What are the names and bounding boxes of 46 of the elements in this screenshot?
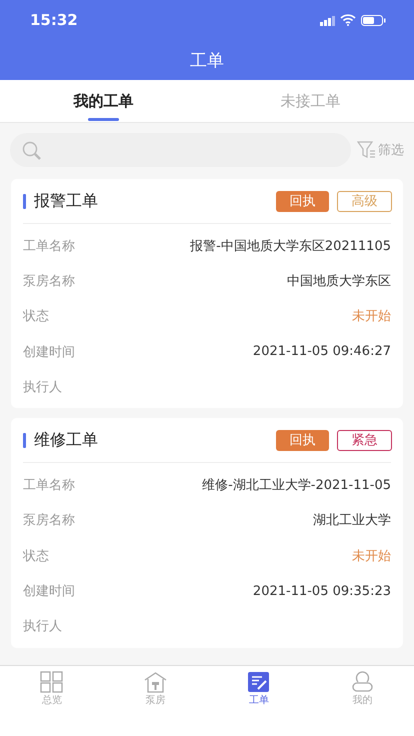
nav-tab[interactable]: 泵房 [104, 666, 207, 707]
field-value: 报警-中国地质大学东区20211105 [190, 238, 391, 255]
field-label: 创建时间 [23, 583, 75, 600]
field-value: 维修-湖北工业大学-2021-11-05 [202, 477, 391, 494]
field-label: 泵房名称 [23, 512, 75, 530]
status-time: 15:32 [30, 11, 78, 29]
signal-icon [320, 14, 335, 26]
nav-tab[interactable]: 工单 [207, 666, 310, 707]
field-value: 湖北工业大学 [313, 512, 391, 530]
field-value: 2021-11-05 09:35:23 [252, 584, 391, 599]
page-title: 工单 [189, 50, 225, 72]
document-icon [247, 671, 270, 693]
house-icon [144, 671, 167, 693]
tab[interactable]: 未接工单 [207, 80, 414, 122]
field-label: 执行人 [23, 378, 62, 396]
nav-tab[interactable]: 总览 [0, 666, 104, 707]
search-field[interactable] [10, 133, 351, 167]
tab-underline [88, 118, 119, 121]
card-title: 维修工单 [34, 430, 99, 451]
field-label: 泵房名称 [23, 272, 75, 290]
field-label: 工单名称 [23, 238, 75, 255]
wifi-icon [340, 14, 356, 26]
field-label: 状态 [23, 548, 49, 565]
field-label: 执行人 [23, 618, 62, 636]
nav-tab[interactable]: 我的 [310, 666, 414, 707]
accent-bar [23, 194, 26, 208]
field-label: 创建时间 [23, 344, 75, 361]
card-title: 报警工单 [34, 190, 99, 212]
priority-tag: 紧急 [337, 430, 392, 451]
accent-bar [23, 432, 26, 448]
filter-button[interactable]: 筛选 [357, 141, 404, 159]
battery-icon [361, 14, 386, 26]
status-value: 未开始 [352, 548, 391, 565]
status-value: 未开始 [352, 308, 391, 326]
field-value: 2021-11-05 09:46:27 [252, 344, 391, 360]
filter-icon [357, 141, 375, 159]
grid-icon [40, 671, 64, 693]
priority-tag: 高级 [337, 190, 392, 212]
field-label: 工单名称 [23, 477, 75, 494]
receipt-button[interactable]: 回执 [276, 430, 329, 451]
field-label: 状态 [23, 308, 49, 326]
search-icon [22, 140, 41, 160]
field-value: 中国地质大学东区 [287, 272, 391, 290]
tab[interactable]: 我的工单 [0, 80, 207, 122]
receipt-button[interactable]: 回执 [276, 190, 329, 212]
person-icon [350, 671, 374, 693]
